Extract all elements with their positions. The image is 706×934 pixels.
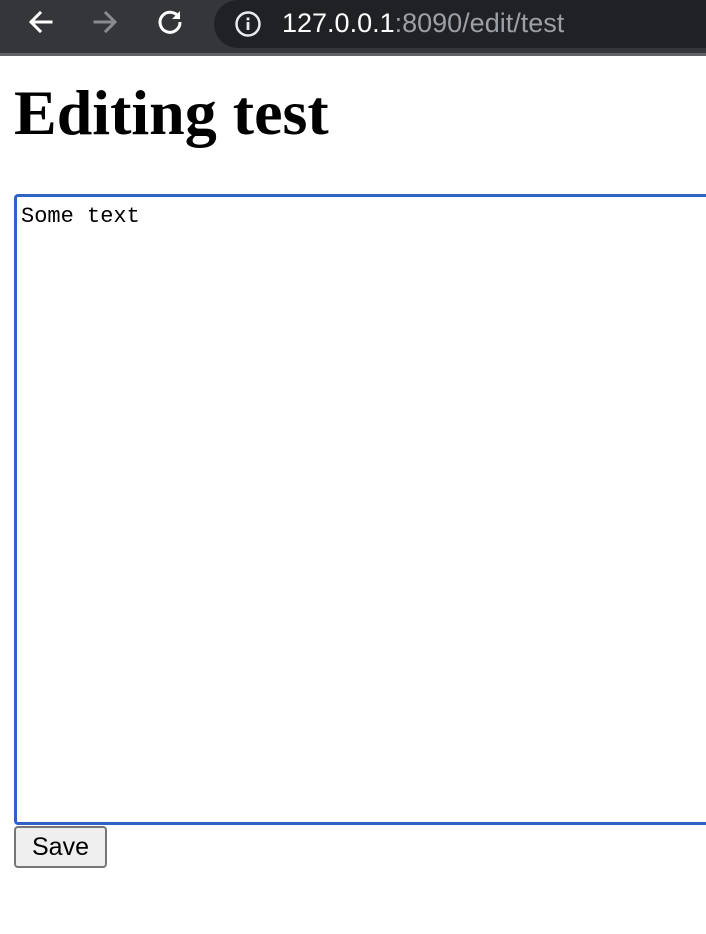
save-button[interactable]: Save: [14, 826, 107, 868]
editor-textarea[interactable]: Some text: [14, 194, 706, 825]
arrow-left-icon: [28, 10, 53, 34]
browser-toolbar: 127.0.0.1:8090/edit/test: [0, 0, 706, 56]
forward-button[interactable]: [89, 6, 121, 38]
info-icon[interactable]: [234, 10, 262, 38]
url-text[interactable]: 127.0.0.1:8090/edit/test: [282, 6, 564, 40]
address-bar[interactable]: 127.0.0.1:8090/edit/test: [214, 0, 706, 48]
page-content: Editing test Some text Save: [0, 59, 706, 934]
reload-button[interactable]: [154, 6, 186, 38]
url-path: :8090/edit/test: [394, 8, 565, 38]
back-button[interactable]: [25, 6, 57, 38]
page-title: Editing test: [14, 77, 329, 148]
reload-icon: [158, 10, 182, 34]
arrow-right-icon: [93, 10, 118, 34]
url-host: 127.0.0.1: [282, 8, 395, 38]
